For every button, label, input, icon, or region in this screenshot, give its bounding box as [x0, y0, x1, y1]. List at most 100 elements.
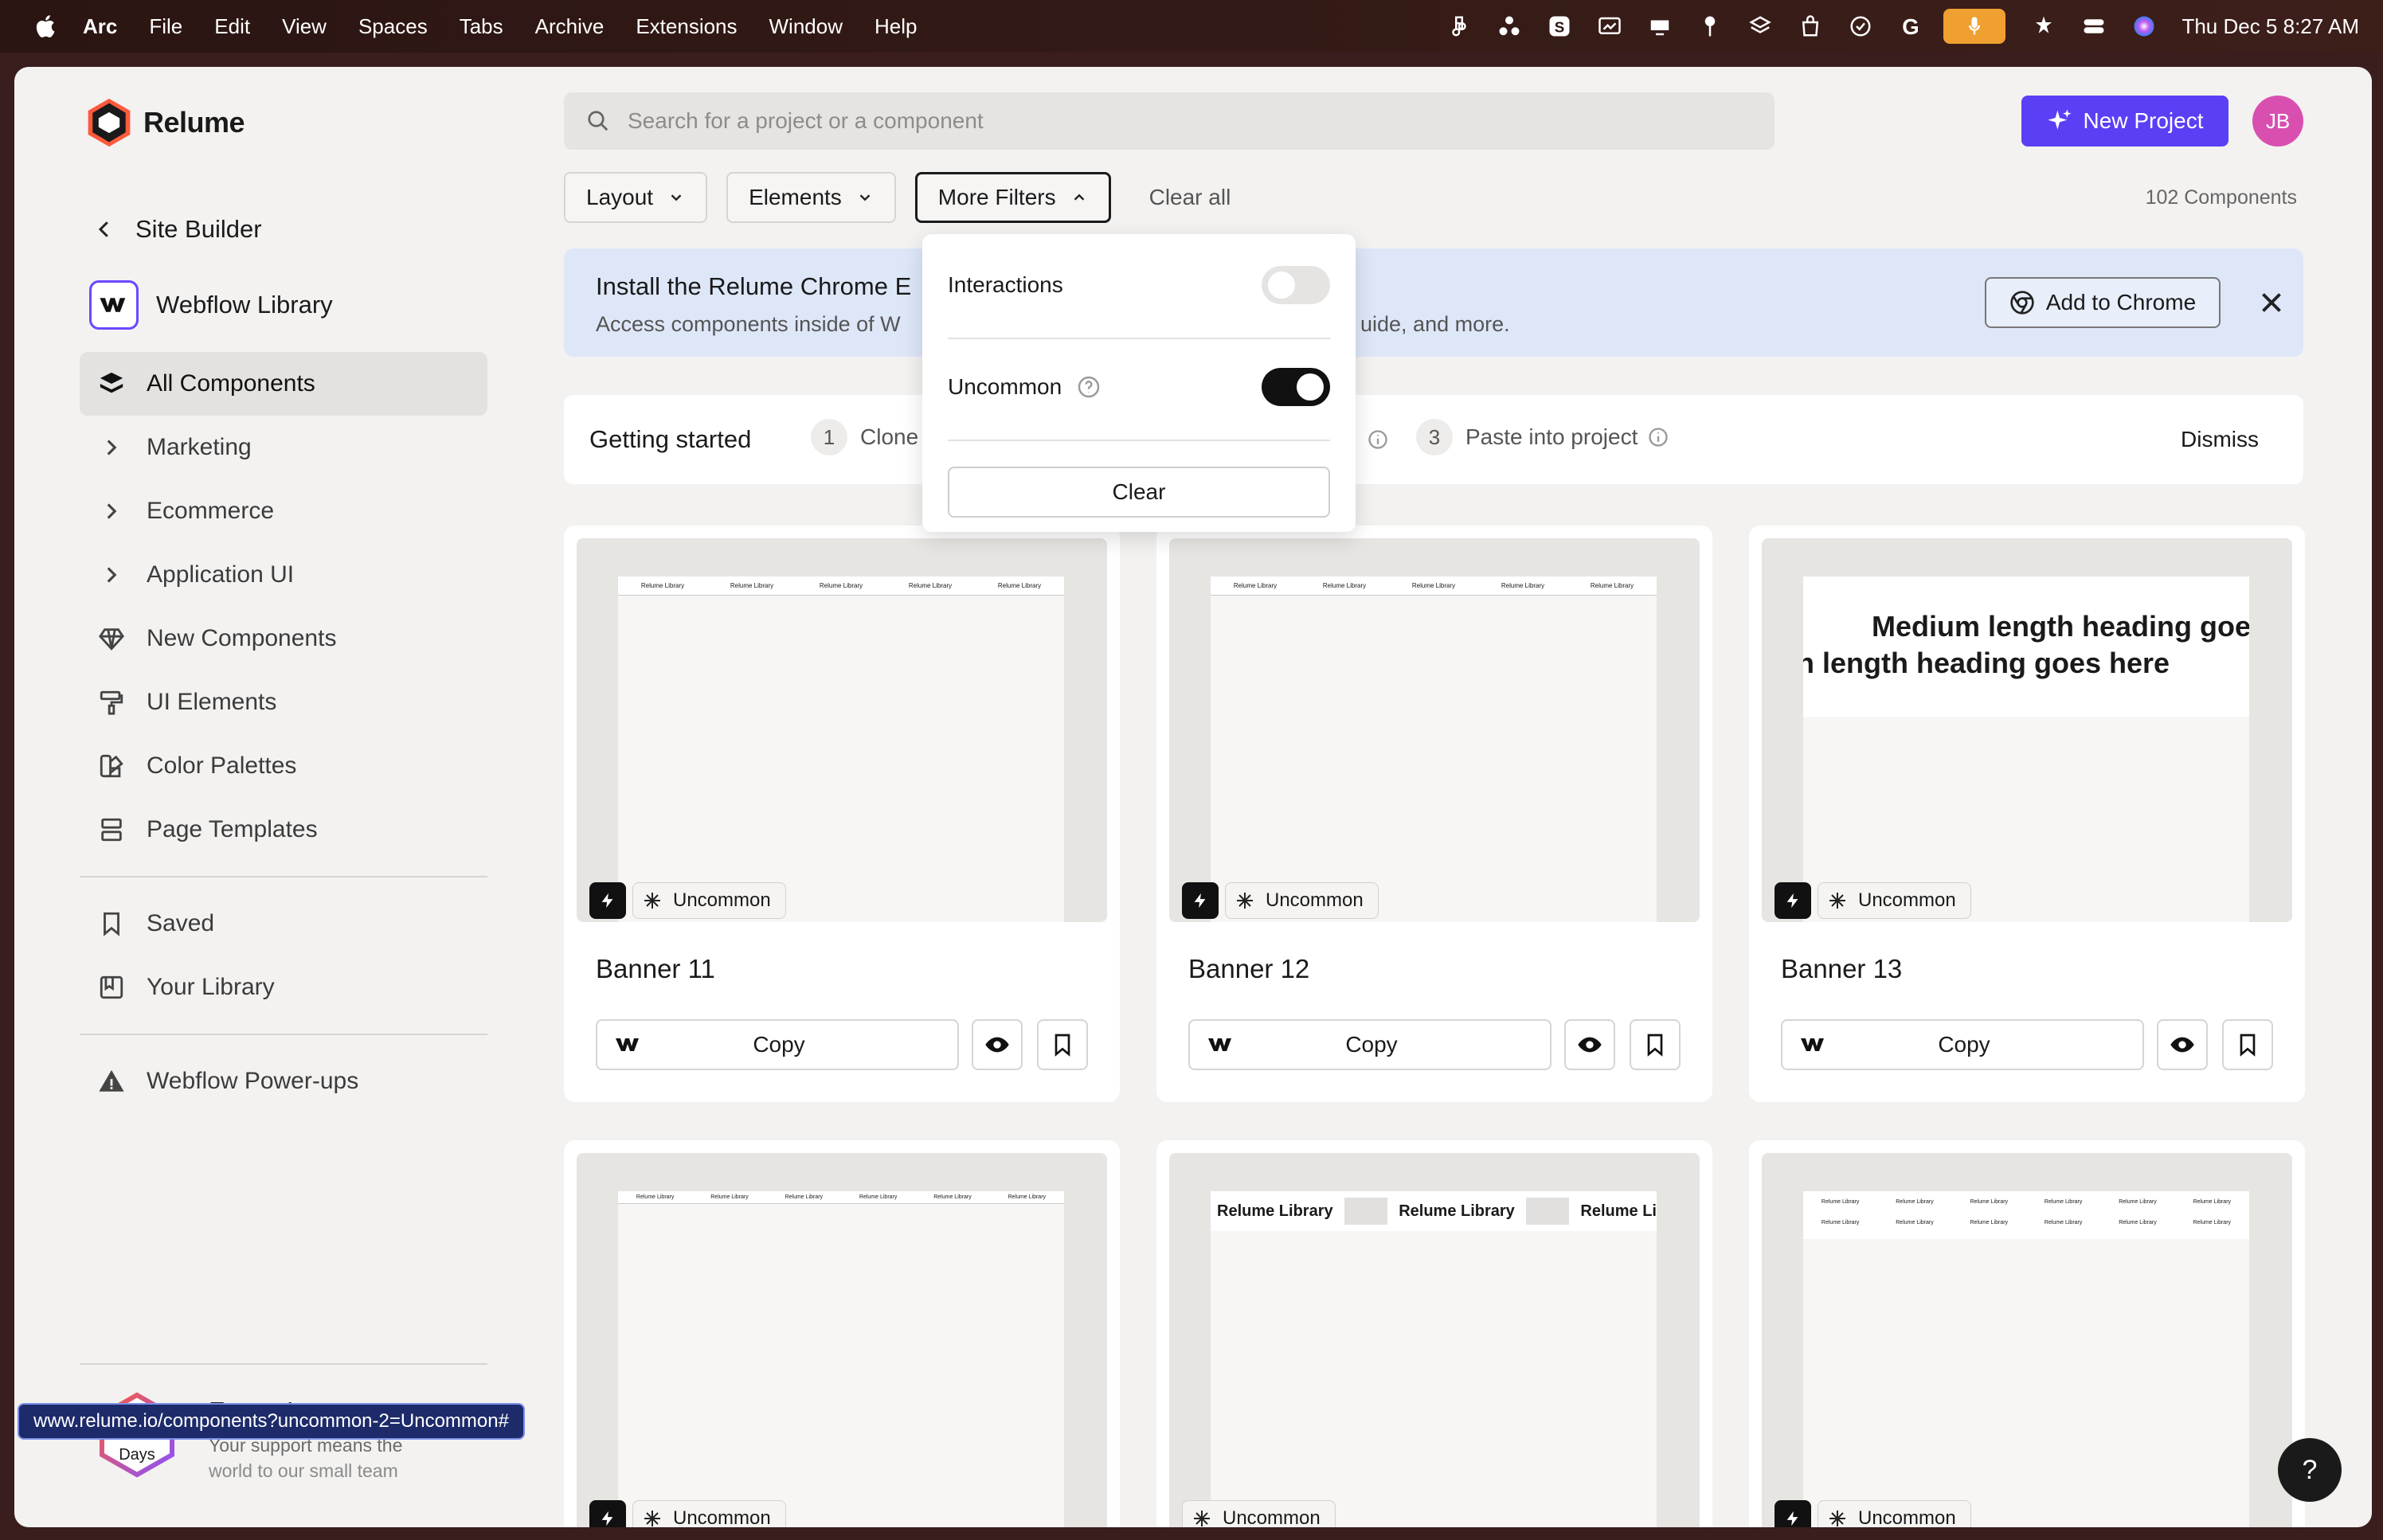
sidebar-item-application-ui[interactable]: Application UI — [80, 543, 487, 607]
copy-button[interactable]: Copy — [1188, 1019, 1551, 1070]
clear-filters-button[interactable]: Clear — [948, 467, 1330, 518]
component-preview[interactable]: Relume Library Relume Library Relume Li … — [1169, 1153, 1700, 1527]
step-clone[interactable]: 1 Clone — [811, 419, 918, 455]
check-icon[interactable] — [1849, 14, 1872, 38]
menu-help[interactable]: Help — [875, 14, 917, 39]
interactions-filter-row[interactable]: Interactions — [948, 266, 1330, 304]
preview-nav: Relume Library Relume Library Relume Libra… — [618, 577, 1064, 596]
more-filters-button[interactable]: More Filters — [914, 172, 1111, 223]
siri-icon[interactable] — [2132, 14, 2156, 38]
sidebar-item-webflow-power-ups[interactable]: Webflow Power-ups — [80, 1049, 487, 1113]
sidebar-item-all-components[interactable]: All Components — [80, 352, 487, 416]
brand[interactable]: Relume — [86, 97, 245, 148]
preview-nav-item: Relume Library — [908, 582, 953, 589]
chevron-up-icon — [1074, 193, 1084, 201]
elements-filter-label: Elements — [749, 185, 842, 209]
bookmark-icon — [97, 909, 126, 938]
component-card[interactable]: Relume Library Relume Library Relume Libra… — [564, 1140, 1120, 1527]
avatar[interactable]: JB — [2252, 96, 2303, 147]
library-selector[interactable]: Webflow Library — [89, 280, 333, 330]
getting-started-bar: Getting started 1 Clone 3 Paste into pro… — [564, 395, 2303, 484]
sidebar-item-color-palettes[interactable]: Color Palettes — [80, 734, 487, 798]
sidebar-item-marketing[interactable]: Marketing — [80, 416, 487, 479]
preview-nav-row: Relume Library Relume Library Relume Libra… — [1803, 1191, 2249, 1212]
airplay-icon[interactable] — [2032, 14, 2056, 38]
chevron-right-icon — [97, 433, 126, 462]
chevron-right-icon — [97, 497, 126, 526]
info-icon[interactable] — [1367, 428, 1389, 451]
elements-filter-button[interactable]: Elements — [726, 172, 896, 223]
save-button[interactable] — [1630, 1019, 1681, 1070]
expert-lumer-panel[interactable]: 259 Days Expert Lumer Your support means… — [80, 1363, 487, 1481]
info-icon[interactable] — [1647, 426, 1669, 448]
layers-icon[interactable] — [1748, 14, 1772, 38]
microphone-icon[interactable] — [1943, 9, 2006, 44]
sidebar-item-label: New Components — [147, 625, 337, 651]
menu-clock[interactable]: Thu Dec 5 8:27 AM — [2181, 14, 2359, 39]
sidebar-item-ecommerce[interactable]: Ecommerce — [80, 479, 487, 543]
save-button[interactable] — [2222, 1019, 2273, 1070]
sidebar-item-ui-elements[interactable]: UI Elements — [80, 670, 487, 734]
save-button[interactable] — [1037, 1019, 1088, 1070]
g-icon[interactable]: G — [1899, 14, 1923, 38]
component-preview[interactable]: Relume Library Relume Library Relume Libra… — [577, 1153, 1107, 1527]
component-card-banner-13[interactable]: Medium length heading goes n length head… — [1749, 526, 2305, 1102]
menu-edit[interactable]: Edit — [214, 14, 250, 39]
back-site-builder[interactable]: Site Builder — [92, 215, 262, 244]
component-preview[interactable]: Relume Library Relume Library Relume Libra… — [1169, 538, 1700, 922]
menu-view[interactable]: View — [282, 14, 327, 39]
menu-extensions[interactable]: Extensions — [636, 14, 737, 39]
dismiss-button[interactable]: Dismiss — [2181, 427, 2259, 452]
figma-icon[interactable] — [1447, 14, 1471, 38]
menu-tabs[interactable]: Tabs — [460, 14, 503, 39]
menu-spaces[interactable]: Spaces — [358, 14, 428, 39]
lightning-icon — [1182, 882, 1219, 919]
s-app-icon[interactable]: S — [1548, 14, 1571, 38]
menu-window[interactable]: Window — [769, 14, 843, 39]
component-card-banner-11[interactable]: Relume Library Relume Library Relume Libra… — [564, 526, 1120, 1102]
add-to-chrome-button[interactable]: Add to Chrome — [1985, 277, 2221, 328]
menu-app-name[interactable]: Arc — [83, 14, 117, 39]
display-icon[interactable] — [1648, 14, 1672, 38]
uncommon-filter-row[interactable]: Uncommon — [948, 368, 1330, 406]
component-preview[interactable]: Medium length heading goes n length head… — [1762, 538, 2292, 922]
key-icon[interactable] — [1698, 14, 1722, 38]
help-button[interactable]: ? — [2278, 1438, 2342, 1502]
chevron-down-icon — [859, 194, 871, 201]
preview-button[interactable] — [1564, 1019, 1615, 1070]
component-card-banner-12[interactable]: Relume Library Relume Library Relume Libra… — [1156, 526, 1712, 1102]
apple-icon[interactable] — [33, 14, 56, 38]
interactions-toggle[interactable] — [1262, 266, 1330, 304]
new-project-button[interactable]: New Project — [2021, 96, 2228, 147]
clear-all-link[interactable]: Clear all — [1149, 185, 1231, 210]
menu-file[interactable]: File — [149, 14, 182, 39]
component-preview[interactable]: Relume Library Relume Library Relume Libra… — [1762, 1153, 2292, 1527]
sidebar-item-page-templates[interactable]: Page Templates — [80, 798, 487, 862]
sidebar-item-your-library[interactable]: Your Library — [80, 956, 487, 1019]
component-card[interactable]: Relume Library Relume Library Relume Libra… — [1749, 1140, 2305, 1527]
copy-button[interactable]: Copy — [1781, 1019, 2144, 1070]
step-paste-into-project[interactable]: 3 Paste into project — [1416, 419, 1669, 455]
eye-icon — [2170, 1037, 2194, 1053]
preview-button[interactable] — [2157, 1019, 2208, 1070]
expert-subtitle-2: world to our small team — [209, 1460, 398, 1481]
help-circle-icon[interactable] — [1076, 374, 1102, 400]
control-center-icon[interactable] — [2082, 14, 2106, 38]
sidebar-item-new-components[interactable]: New Components — [80, 607, 487, 670]
close-icon[interactable] — [2257, 288, 2286, 317]
uncommon-tag: Uncommon — [1818, 882, 1971, 919]
sidebar-item-saved[interactable]: Saved — [80, 892, 487, 956]
screen-icon[interactable] — [1598, 14, 1622, 38]
preview-nav-item: Relume Library — [997, 582, 1042, 589]
search-bar[interactable] — [564, 92, 1775, 150]
preview-button[interactable] — [972, 1019, 1023, 1070]
dots-icon[interactable] — [1497, 14, 1521, 38]
uncommon-toggle[interactable] — [1262, 368, 1330, 406]
layout-filter-button[interactable]: Layout — [564, 172, 708, 223]
search-input[interactable] — [628, 108, 1743, 134]
menu-archive[interactable]: Archive — [535, 14, 605, 39]
component-card[interactable]: Relume Library Relume Library Relume Li … — [1156, 1140, 1712, 1527]
component-preview[interactable]: Relume Library Relume Library Relume Libra… — [577, 538, 1107, 922]
copy-button[interactable]: Copy — [596, 1019, 959, 1070]
bag-icon[interactable] — [1798, 14, 1822, 38]
